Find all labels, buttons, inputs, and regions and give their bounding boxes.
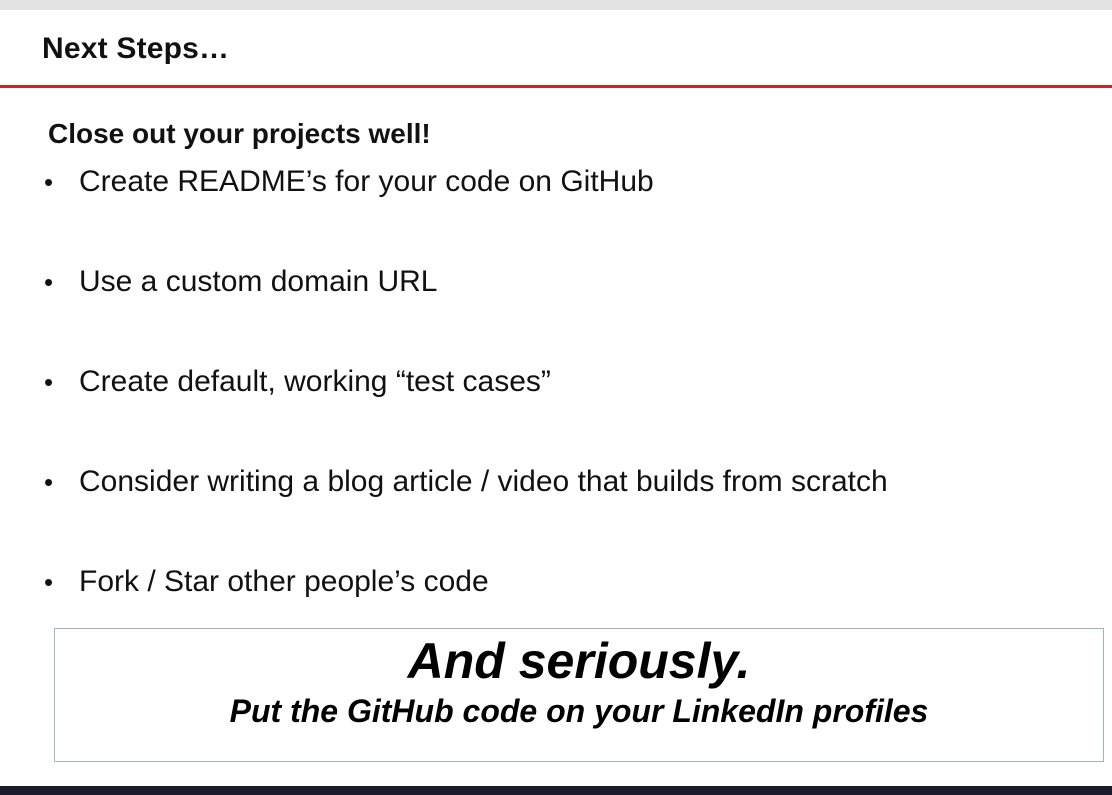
bullet-marker: • [44, 367, 54, 397]
bottom-bar [0, 786, 1112, 795]
callout-box: And seriously. Put the GitHub code on yo… [54, 628, 1104, 762]
slide-title: Next Steps… [42, 32, 230, 65]
bullet-marker: • [44, 567, 54, 597]
bullet-text: Use a custom domain URL [79, 265, 438, 298]
bullet-text: Create README’s for your code on GitHub [79, 165, 654, 198]
callout-headline: And seriously. [407, 633, 751, 689]
callout-subline: Put the GitHub code on your LinkedIn pro… [229, 693, 929, 729]
section-heading: Close out your projects well! [48, 118, 431, 149]
bullet-text: Create default, working “test cases” [79, 365, 551, 398]
bullet-marker: • [44, 467, 54, 497]
presentation-slide: Next Steps… Close out your projects well… [0, 10, 1112, 786]
bullet-text: Consider writing a blog article / video … [79, 465, 888, 498]
bullet-marker: • [44, 167, 54, 197]
title-divider [0, 85, 1112, 88]
bullet-marker: • [44, 267, 54, 297]
bullet-text: Fork / Star other people’s code [79, 565, 489, 598]
window-top-strip [0, 0, 1112, 10]
